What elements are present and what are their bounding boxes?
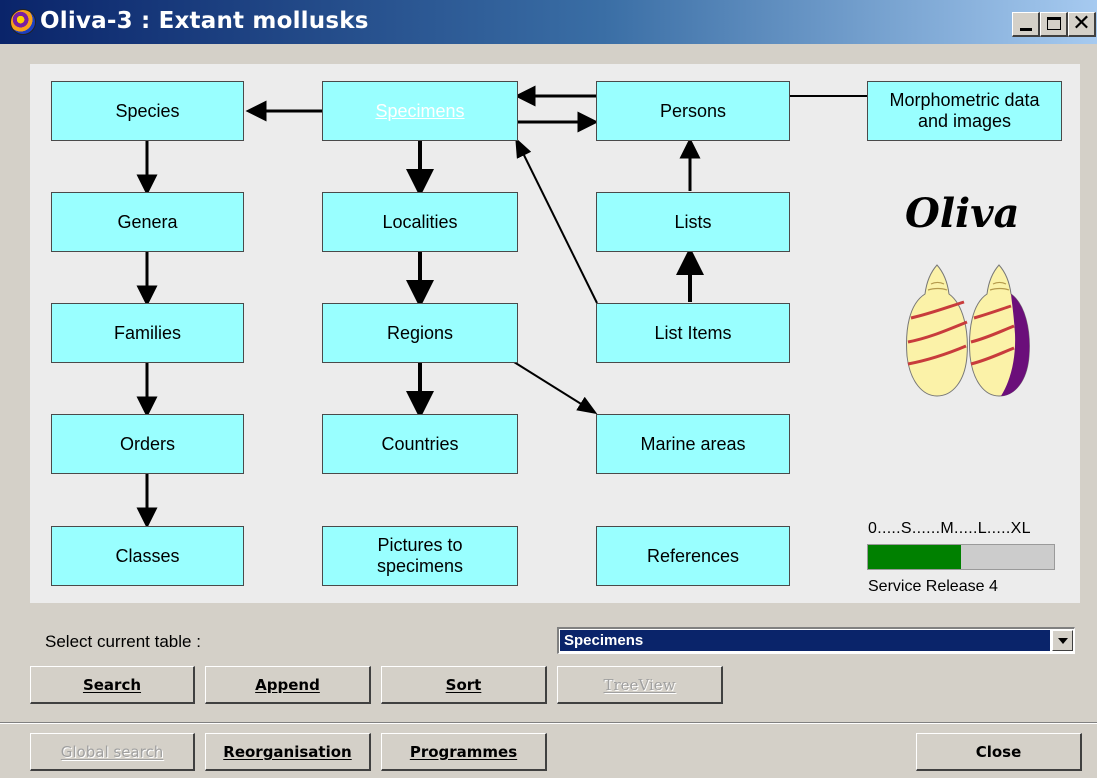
table-box-pictures-to-specimens[interactable]: Pictures to specimens bbox=[322, 526, 518, 586]
table-box-label: Orders bbox=[119, 433, 175, 454]
reorganisation-button[interactable]: Reorganisation bbox=[205, 733, 371, 771]
title-bar[interactable]: Oliva-3 : Extant mollusks ✕ bbox=[0, 0, 1097, 44]
table-box-orders[interactable]: Orders bbox=[51, 414, 244, 474]
programmes-button[interactable]: Programmes bbox=[381, 733, 547, 771]
olive-shell-image bbox=[906, 264, 1030, 397]
table-box-label: Classes bbox=[115, 545, 180, 566]
treeview-button-label: TreeView bbox=[603, 676, 676, 694]
table-box-label-line: and images bbox=[917, 111, 1012, 131]
oliva-logo: Oliva bbox=[905, 190, 1020, 237]
service-release-label: Service Release 4 bbox=[868, 578, 998, 595]
separator bbox=[0, 722, 1097, 724]
table-box-label: Species bbox=[115, 100, 180, 121]
minimize-button[interactable] bbox=[1012, 12, 1040, 37]
table-box-references[interactable]: References bbox=[596, 526, 790, 586]
table-box-genera[interactable]: Genera bbox=[51, 192, 244, 252]
table-box-label-line: specimens bbox=[376, 556, 464, 576]
table-box-lists[interactable]: Lists bbox=[596, 192, 790, 252]
maximize-button[interactable] bbox=[1040, 12, 1068, 37]
current-table-value: Specimens bbox=[560, 630, 1050, 651]
shell-left-icon bbox=[906, 264, 968, 397]
global-search-button[interactable]: Global search bbox=[30, 733, 195, 771]
select-table-label: Select current table : bbox=[45, 632, 201, 651]
window-title: Oliva-3 : Extant mollusks bbox=[40, 8, 369, 34]
search-button[interactable]: Search bbox=[30, 666, 195, 704]
table-box-label-line: Pictures to bbox=[377, 535, 463, 555]
size-scale-label: 0.....S......M.....L.....XL bbox=[868, 520, 1031, 537]
table-box-persons[interactable]: Persons bbox=[596, 81, 790, 141]
treeview-button[interactable]: TreeView bbox=[557, 666, 723, 704]
dropdown-button[interactable] bbox=[1052, 630, 1073, 651]
programmes-button-label: Programmes bbox=[409, 743, 518, 761]
table-box-label: Persons bbox=[659, 100, 727, 121]
close-icon: ✕ bbox=[1072, 11, 1091, 36]
app-icon[interactable] bbox=[10, 9, 36, 35]
append-button-label: Append bbox=[255, 676, 320, 694]
table-box-label-line: Morphometric data bbox=[889, 90, 1040, 110]
table-box-label: Countries bbox=[381, 433, 459, 454]
chevron-down-icon bbox=[1058, 638, 1068, 644]
table-box-label: Lists bbox=[674, 211, 712, 232]
table-box-countries[interactable]: Countries bbox=[322, 414, 518, 474]
table-box-label: Genera bbox=[117, 211, 178, 232]
table-box-label: List Items bbox=[654, 322, 732, 343]
table-box-label: Localities bbox=[382, 211, 458, 232]
append-button[interactable]: Append bbox=[205, 666, 371, 704]
sort-button[interactable]: Sort bbox=[381, 666, 547, 704]
search-button-label: Search bbox=[82, 676, 142, 694]
table-box-morphometric-data[interactable]: Morphometric data and images bbox=[867, 81, 1062, 141]
table-box-label: Specimens bbox=[375, 100, 465, 121]
close-button-label: Close bbox=[975, 743, 1022, 761]
table-box-families[interactable]: Families bbox=[51, 303, 244, 363]
table-box-localities[interactable]: Localities bbox=[322, 192, 518, 252]
table-box-label: Regions bbox=[386, 322, 454, 343]
table-box-label: Families bbox=[113, 322, 181, 343]
close-button[interactable]: Close bbox=[916, 733, 1082, 771]
maximize-icon bbox=[1047, 17, 1061, 30]
table-box-species[interactable]: Species bbox=[51, 81, 244, 141]
sort-button-label: Sort bbox=[445, 676, 482, 694]
current-table-select[interactable]: Specimens bbox=[557, 627, 1075, 654]
table-box-label: Marine areas bbox=[640, 433, 746, 454]
window-close-button[interactable]: ✕ bbox=[1068, 12, 1096, 37]
size-progress-bar bbox=[867, 544, 1055, 570]
table-box-marine-areas[interactable]: Marine areas bbox=[596, 414, 790, 474]
table-box-label: References bbox=[646, 545, 740, 566]
size-progress-fill bbox=[868, 545, 961, 569]
reorganisation-button-label: Reorganisation bbox=[223, 743, 352, 761]
table-box-list-items[interactable]: List Items bbox=[596, 303, 790, 363]
table-box-specimens[interactable]: Specimens bbox=[322, 81, 518, 141]
shell-right-icon bbox=[969, 264, 1030, 397]
minimize-icon bbox=[1020, 28, 1032, 31]
global-search-button-label: Global search bbox=[60, 743, 164, 761]
table-box-classes[interactable]: Classes bbox=[51, 526, 244, 586]
table-box-regions[interactable]: Regions bbox=[322, 303, 518, 363]
